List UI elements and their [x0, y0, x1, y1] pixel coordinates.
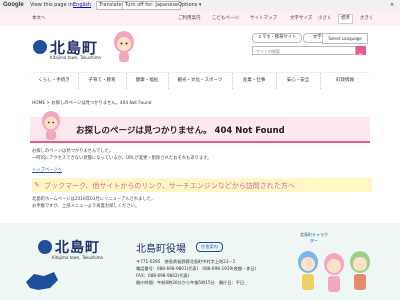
pencil-icon: ✎	[34, 181, 40, 189]
font-large-button[interactable]: 大きく	[360, 11, 374, 26]
nav-item-life[interactable]: くらし・手続き	[30, 73, 79, 89]
nav-item-government[interactable]: 町政情報	[320, 73, 370, 89]
town-map-icon	[26, 272, 58, 290]
font-size-label: 文字サイズ	[290, 16, 313, 21]
kids-link[interactable]: こどもページ	[212, 11, 239, 26]
mascots-icon	[298, 251, 370, 292]
breadcrumb[interactable]: HOME > お探しのページは見つかりません。404 Not Found	[32, 100, 151, 106]
language-select[interactable]: English	[73, 0, 91, 11]
nav-item-safety[interactable]: 安心・安全	[276, 73, 321, 89]
footer-address: 〒771-0295 徳島県板野郡北島町中村字上地23－1	[136, 259, 236, 264]
mascot-caption: 北島町キャラクター	[300, 232, 328, 243]
nav-item-health[interactable]: 健康・福祉	[126, 73, 169, 89]
turn-off-button[interactable]: Turn off for: Japanese	[122, 1, 182, 10]
footer-logo: 北島町	[55, 240, 100, 256]
sitemap-link[interactable]: サイトマップ	[250, 11, 277, 26]
translate-button[interactable]: Translate	[96, 1, 125, 10]
not-found-message: お探しのページは見つかりませんでした。	[32, 149, 114, 154]
footer-fax: FAX：088-698-9842(代表)	[136, 273, 190, 278]
view-in-label: View this page in:	[30, 2, 75, 8]
search-button[interactable]	[356, 46, 366, 60]
town-emblem-icon[interactable]	[33, 40, 47, 54]
mobile-site-button[interactable]: ミマホ・携帯サイト	[252, 33, 302, 43]
language-selector[interactable]: Select Language	[322, 33, 368, 44]
footer-logo-sub: Kitajima town, Tokushima	[52, 255, 103, 260]
top-page-link[interactable]: トップページへ	[32, 167, 62, 173]
google-logo: Google	[3, 2, 24, 8]
utility-bar: 本文へ ご利用案内 こどもページ サイトマップ 文字サイズ 小さく 標準 大きく	[0, 11, 400, 26]
town-emblem-icon	[38, 240, 52, 254]
nav-item-tourism[interactable]: 観光・文化・スポーツ	[168, 73, 233, 89]
office-name: 北島町役場	[136, 244, 186, 255]
nav-item-childcare[interactable]: 子育て・教育	[78, 73, 127, 89]
page-title: お探しのページは見つかりません。 404 Not Found	[76, 126, 285, 136]
footer-hours: 開庁時間：午前8時30分から午後5時15分 開庁日：平日	[136, 280, 245, 285]
guide-link[interactable]: ご利用案内	[178, 11, 201, 26]
font-normal-button[interactable]: 標準	[338, 14, 353, 24]
renewal-message: 北島町ホームページは2016年03月にリニューアルされました。	[32, 197, 156, 202]
nav-item-industry[interactable]: 産業・仕事	[232, 73, 277, 89]
not-found-detail: 一時的にアクセスできない状態になっているか、URLが変更・削除されたおそれもあり…	[32, 156, 212, 161]
site-logo-sub: Kitajima town, Tokushima	[50, 55, 101, 60]
sub-heading: ブックマーク、他サイトからのリンク、サーチエンジンなどから訪問された方へ	[44, 182, 295, 190]
global-nav: くらし・手続き 子育て・教育 健康・福祉 観光・文化・スポーツ 産業・仕事 安心…	[30, 72, 370, 89]
search-icon	[358, 53, 364, 60]
mascot-icon	[114, 31, 134, 62]
skip-to-content-link[interactable]: 本文へ	[32, 11, 46, 26]
font-small-button[interactable]: 小さく	[318, 11, 332, 26]
search-input[interactable]: サイト内検索	[252, 46, 356, 55]
options-link[interactable]: Options ▾	[178, 0, 201, 11]
office-map-button[interactable]: 庁舎案内	[196, 242, 223, 252]
retry-message: お手数ですが、上部メニューより再度お探しください。	[32, 204, 140, 209]
close-icon[interactable]: ×	[390, 0, 394, 11]
footer-phone: 電話番号：088-698-9801(代表) 088-698-1919(夜間・休日…	[136, 266, 257, 271]
mascot-icon	[42, 111, 60, 140]
